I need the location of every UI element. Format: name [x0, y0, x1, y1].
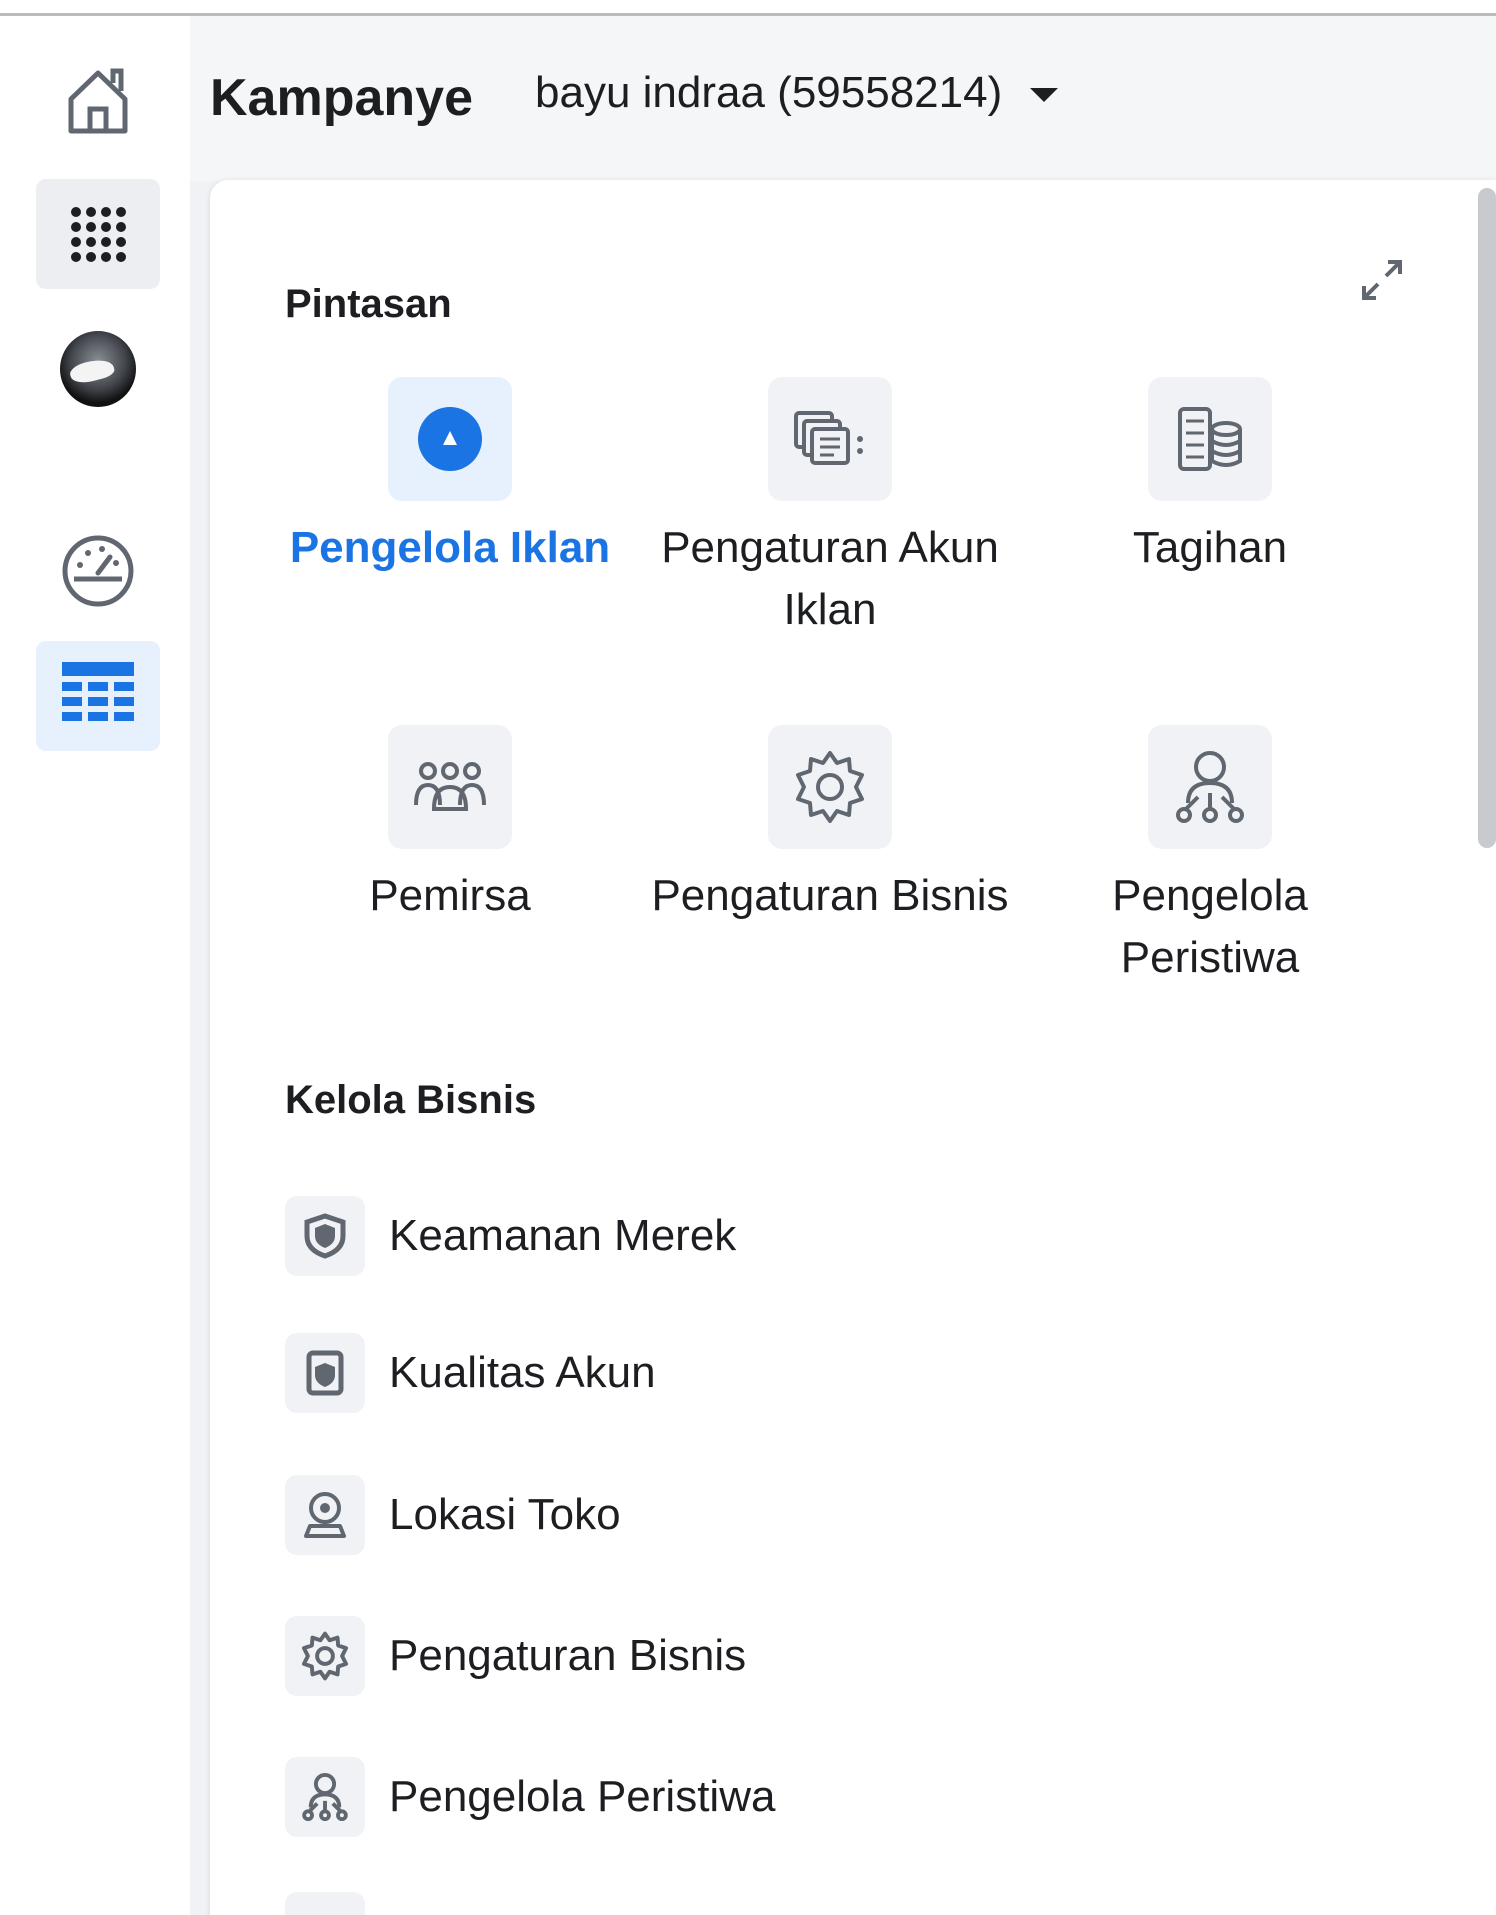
nav-profile[interactable] [36, 314, 160, 424]
shortcut-audiences[interactable]: Pemirsa [260, 725, 640, 927]
apps-grid-icon [71, 207, 126, 262]
shortcut-label: Pemirsa [369, 871, 531, 920]
all-tools-panel: Pintasan Pengelola Iklan Pengaturan Akun… [210, 180, 1496, 1915]
list-icon-tile [285, 1892, 365, 1915]
nav-all-tools[interactable] [36, 179, 160, 289]
gear-icon [796, 751, 864, 823]
manage-business-heading: Kelola Bisnis [285, 1078, 537, 1122]
account-quality-icon [306, 1350, 344, 1396]
shortcut-business-settings[interactable]: Pengaturan Bisnis [640, 725, 1020, 927]
shortcut-ads-manager[interactable]: Pengelola Iklan [260, 377, 640, 579]
account-name: bayu indraa (59558214) [535, 68, 1003, 117]
shortcut-tile [768, 377, 892, 501]
page-header: Kampanye bayu indraa (59558214) [190, 16, 1496, 181]
shortcut-label: Pengelola Peristiwa [1112, 871, 1308, 982]
nav-dashboard[interactable] [36, 516, 160, 626]
caret-down-icon [1030, 88, 1059, 102]
shortcut-tile [768, 725, 892, 849]
list-item-brand-safety[interactable]: Keamanan Merek [285, 1196, 736, 1276]
list-item-account-quality[interactable]: Kualitas Akun [285, 1333, 656, 1413]
list-icon-tile [285, 1196, 365, 1276]
gear-icon [301, 1631, 349, 1681]
shortcut-billing[interactable]: Tagihan [1020, 377, 1400, 579]
shortcut-label: Tagihan [1132, 523, 1288, 572]
audience-icon [414, 762, 486, 811]
list-item-label: Lokasi Toko [389, 1490, 621, 1539]
list-item-label: Kualitas Akun [389, 1348, 656, 1397]
list-item-label: Pengaturan Bisnis [389, 1631, 747, 1680]
list-item-events-manager[interactable]: Pengelola Peristiwa [285, 1757, 775, 1837]
ads-manager-icon [418, 407, 482, 471]
dashboard-gauge-icon [62, 535, 134, 607]
ad-account-settings-icon [794, 411, 863, 465]
left-nav-rail [0, 16, 190, 1915]
shortcut-tile [388, 725, 512, 849]
expand-icon[interactable] [1360, 258, 1404, 302]
list-item-partial[interactable] [285, 1892, 365, 1915]
shortcut-events-manager[interactable]: Pengelola Peristiwa [1020, 725, 1400, 989]
nav-campaigns[interactable] [36, 641, 160, 751]
list-icon-tile [285, 1333, 365, 1413]
account-selector[interactable]: bayu indraa (59558214) [535, 68, 1059, 118]
avatar [60, 331, 136, 407]
billing-icon [1178, 407, 1242, 471]
table-grid-icon [62, 662, 134, 721]
list-item-label: Pengelola Peristiwa [389, 1772, 776, 1821]
list-icon-tile [285, 1757, 365, 1837]
shortcut-ad-account-settings[interactable]: Pengaturan Akun Iklan [640, 377, 1020, 641]
shortcut-tile [1148, 377, 1272, 501]
panel-scrollbar[interactable] [1478, 188, 1496, 848]
shield-icon [304, 1213, 346, 1259]
top-border [0, 0, 1496, 16]
shortcut-tile [388, 377, 512, 501]
shortcuts-heading: Pintasan [285, 282, 452, 326]
events-manager-icon [302, 1772, 348, 1822]
shortcut-tile [1148, 725, 1272, 849]
list-icon-tile [285, 1616, 365, 1696]
shortcut-label: Pengaturan Akun Iklan [661, 523, 999, 634]
home-icon [68, 68, 128, 134]
page-title: Kampanye [210, 69, 473, 127]
list-item-business-settings[interactable]: Pengaturan Bisnis [285, 1616, 746, 1696]
nav-home[interactable] [36, 46, 160, 156]
list-item-label: Keamanan Merek [389, 1211, 737, 1260]
events-manager-icon [1176, 751, 1244, 823]
shortcut-label: Pengelola Iklan [289, 523, 611, 572]
store-location-icon [304, 1492, 346, 1538]
shortcut-label: Pengaturan Bisnis [651, 871, 1009, 920]
list-icon-tile [285, 1475, 365, 1555]
list-item-store-locations[interactable]: Lokasi Toko [285, 1475, 621, 1555]
